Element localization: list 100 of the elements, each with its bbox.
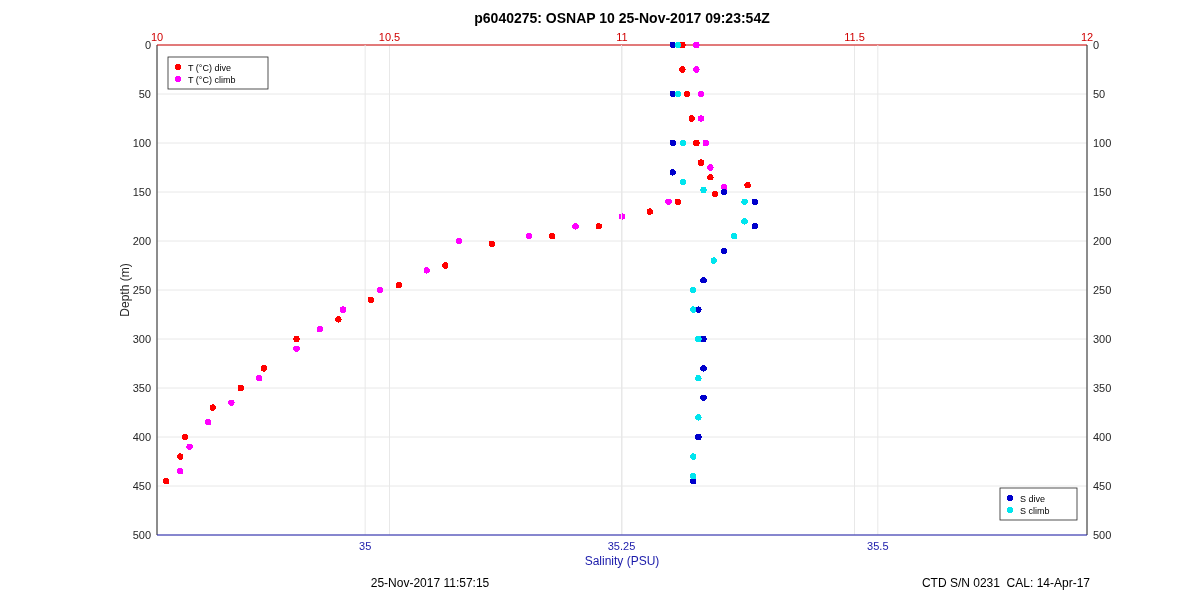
data-point [669, 139, 676, 147]
top-tick-label: 10.5 [378, 31, 401, 43]
data-point [720, 247, 728, 254]
data-point [377, 286, 384, 294]
y-tick-label: 250 [1093, 284, 1112, 296]
data-point [177, 453, 184, 460]
y-tick-label: 150 [1093, 186, 1112, 198]
top-tick-label: 11.5 [844, 31, 865, 43]
data-point [674, 198, 681, 205]
data-point [204, 419, 212, 426]
data-point [442, 262, 449, 269]
y-axis-label: Depth (m) [118, 263, 132, 317]
y-tick-label: 100 [132, 137, 151, 149]
data-point [679, 66, 686, 73]
data-point [256, 375, 263, 382]
y-tick-label: 300 [132, 333, 151, 345]
data-point [316, 326, 323, 333]
data-point [679, 179, 687, 186]
data-point [209, 404, 216, 411]
data-point [335, 316, 342, 323]
data-point [700, 186, 707, 194]
data-point [395, 281, 402, 289]
y-tick-label: 450 [1093, 480, 1112, 492]
data-point [163, 477, 170, 485]
y-tick-label: 350 [1093, 382, 1112, 394]
data-point [293, 345, 300, 352]
x-tick-label: 35 [359, 540, 372, 552]
data-point [423, 267, 430, 274]
data-point [707, 174, 714, 181]
data-point [741, 218, 748, 225]
data-point [693, 41, 700, 49]
y-tick-label: 50 [138, 88, 151, 100]
y-tick-label: 0 [144, 39, 151, 51]
data-point [700, 277, 707, 284]
data-point [688, 115, 695, 122]
y-tick-label: 500 [1093, 529, 1112, 541]
y-tick-label: 150 [132, 186, 151, 198]
y-tick-label: 100 [1093, 137, 1112, 149]
data-point [339, 306, 347, 313]
data-point [697, 115, 705, 122]
data-point [744, 181, 751, 189]
timestamp-text: 25-Nov-2017 11:57:15 [370, 576, 490, 590]
data-point [700, 365, 707, 372]
data-point [751, 198, 758, 205]
data-point [695, 414, 702, 421]
data-point [690, 453, 697, 460]
top-tick-label: 11 [616, 31, 628, 43]
calibration-text: CTD S/N 0231 CAL: 14-Apr-17 [921, 576, 1090, 590]
data-point [367, 296, 375, 303]
y-tick-label: 450 [132, 480, 151, 492]
data-point [228, 399, 235, 406]
x-axis-label: Salinity (PSU) [584, 554, 660, 568]
data-point [525, 232, 533, 240]
data-point [618, 213, 626, 220]
data-point [702, 139, 709, 147]
data-point [695, 433, 702, 441]
data-point [595, 223, 602, 230]
data-point [456, 237, 463, 245]
data-point [488, 240, 495, 248]
top-tick-label: 12 [1080, 31, 1094, 43]
data-point [700, 394, 707, 401]
x-tick-label: 35.25 [607, 540, 636, 552]
data-point [693, 66, 700, 73]
data-point [665, 198, 672, 205]
y-tick-label: 200 [1093, 235, 1112, 247]
data-point [690, 286, 697, 294]
data-point [731, 232, 738, 240]
legend-label: S dive [1020, 493, 1045, 504]
y-tick-label: 200 [132, 235, 151, 247]
y-tick-label: 400 [1093, 431, 1112, 443]
top-tick-label: 10 [150, 31, 164, 43]
data-point [177, 468, 184, 475]
y-tick-label: 400 [132, 431, 151, 443]
data-point [741, 198, 748, 205]
data-point [646, 208, 654, 215]
data-point [710, 257, 717, 264]
data-point [751, 223, 758, 230]
y-tick-label: 0 [1093, 39, 1100, 51]
chart-title: p6040275: OSNAP 10 25-Nov-2017 09:23:54Z [474, 10, 770, 26]
data-point [572, 223, 579, 230]
data-point [181, 433, 189, 441]
x-tick-label: 35.5 [867, 540, 889, 552]
legend-label: S climb [1020, 505, 1050, 516]
legend-label: T (°C) dive [188, 62, 231, 73]
data-point [293, 335, 300, 343]
y-tick-label: 350 [132, 382, 151, 394]
data-point [695, 375, 702, 382]
data-point [237, 384, 244, 392]
data-point [186, 443, 193, 450]
data-point [679, 139, 687, 147]
y-tick-label: 250 [132, 284, 151, 296]
legend-label: T (°C) climb [188, 74, 236, 85]
data-point [260, 365, 268, 372]
y-tick-label: 50 [1093, 88, 1106, 100]
data-point [549, 232, 556, 240]
data-point [697, 159, 705, 166]
y-tick-label: 500 [132, 529, 151, 541]
data-point [669, 169, 676, 176]
data-point [707, 164, 714, 171]
y-tick-label: 300 [1093, 333, 1112, 345]
